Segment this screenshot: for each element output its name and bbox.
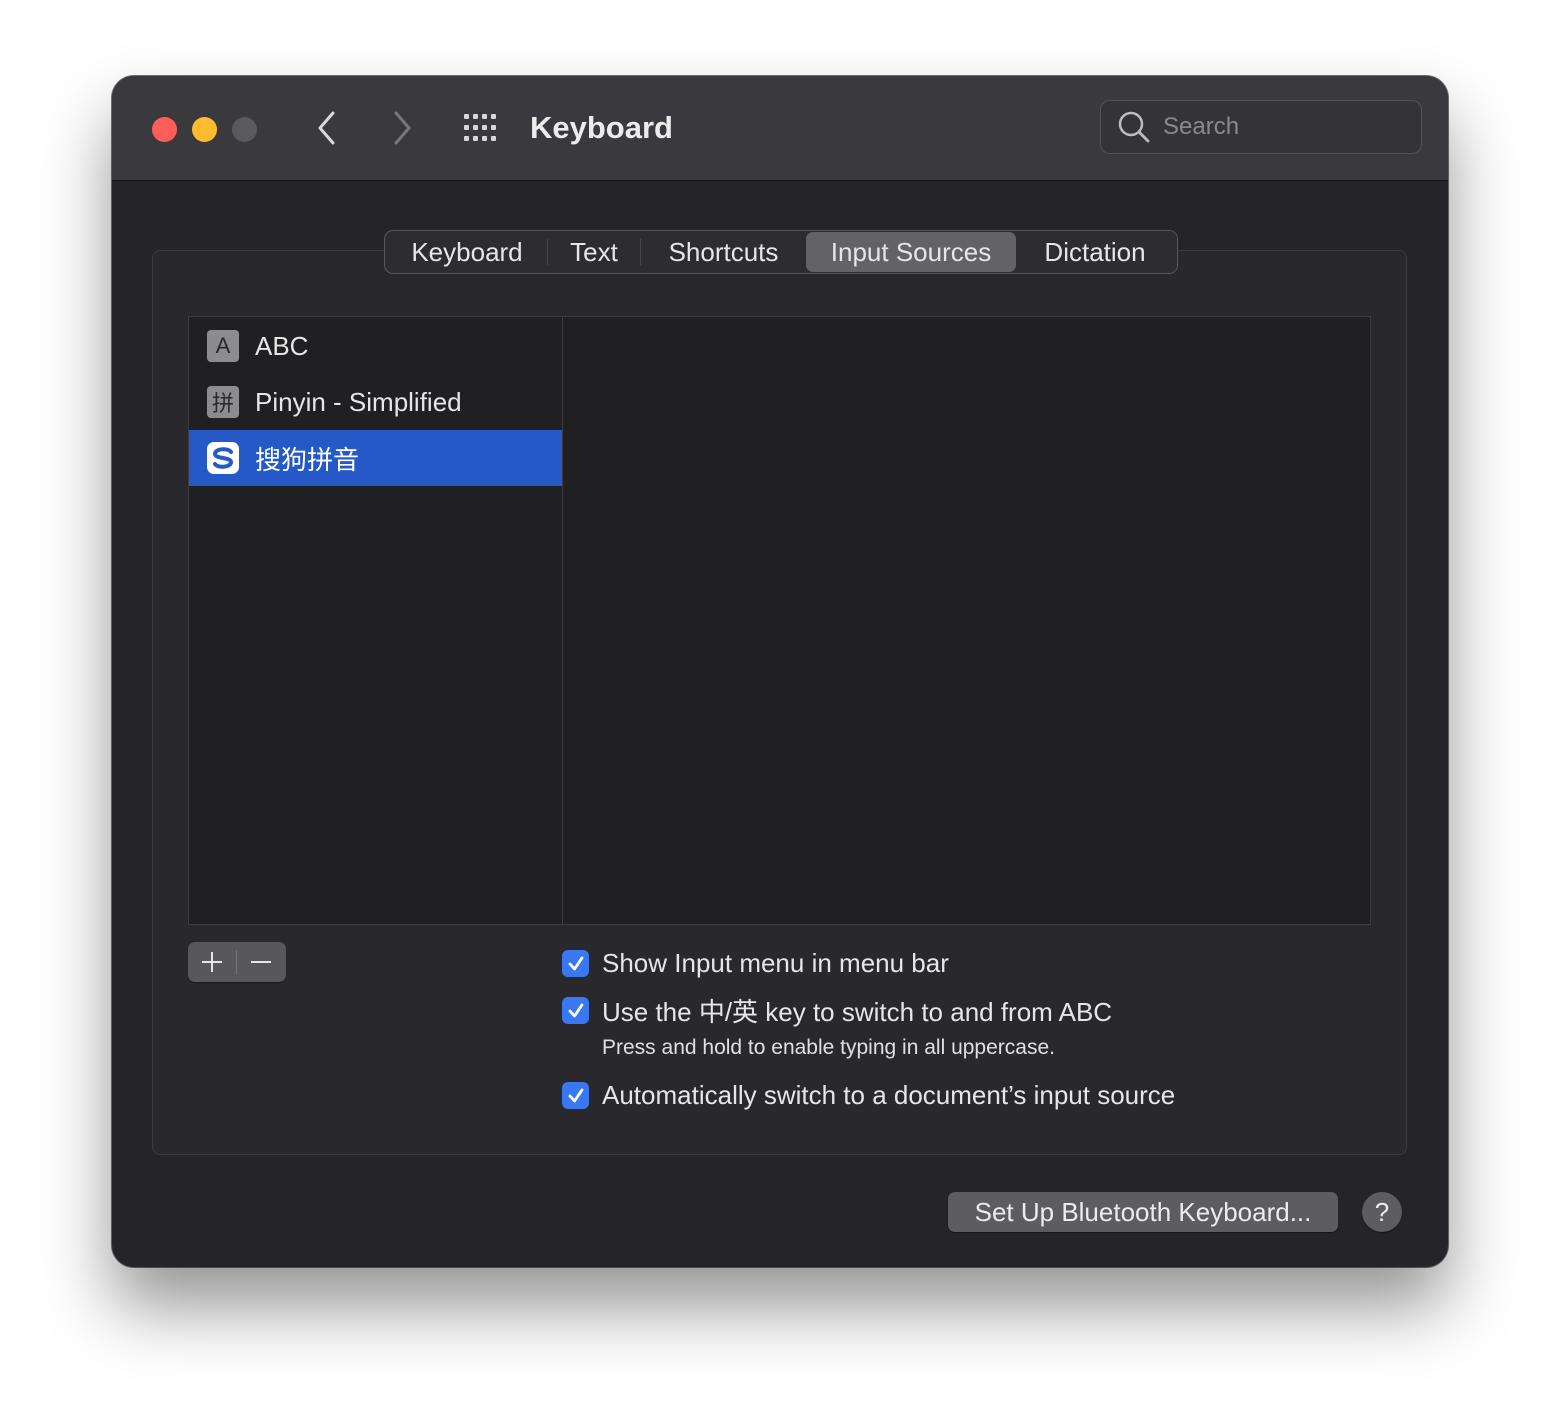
tab-input-sources[interactable]: Input Sources [806, 232, 1016, 272]
forward-button[interactable] [382, 106, 422, 150]
option-zh-en-key[interactable]: Use the 中/英 key to switch to and from AB… [562, 992, 1112, 1029]
minimize-button[interactable] [192, 117, 217, 142]
option-auto-switch[interactable]: Automatically switch to a document’s inp… [562, 1080, 1175, 1111]
tab-bar: Keyboard Text Shortcuts Input Sources Di… [384, 230, 1178, 274]
input-sources-area: A ABC 拼 Pinyin - Simplified 搜狗拼音 [188, 316, 1371, 925]
input-source-label: Pinyin - Simplified [255, 386, 462, 417]
chevron-right-icon [394, 111, 411, 145]
checkmark-icon [568, 1088, 583, 1102]
search-input[interactable] [1161, 112, 1405, 142]
option-label: Automatically switch to a document’s inp… [602, 1080, 1176, 1110]
zoom-button[interactable] [232, 117, 257, 142]
tab-dictation[interactable]: Dictation [1016, 232, 1174, 272]
show-all-grid-icon[interactable] [462, 112, 502, 144]
tab-shortcuts[interactable]: Shortcuts [641, 232, 806, 272]
checkbox-checked[interactable] [562, 950, 589, 977]
plus-icon [202, 952, 222, 972]
input-source-label: ABC [255, 330, 309, 361]
window-title: Keyboard [530, 110, 673, 145]
option-show-input-menu[interactable]: Show Input menu in menu bar [562, 948, 949, 979]
help-button[interactable]: ? [1362, 1192, 1402, 1232]
back-button[interactable] [307, 106, 347, 150]
input-source-abc[interactable]: A ABC [189, 318, 562, 374]
chevron-left-icon [318, 111, 335, 145]
checkmark-icon [568, 1003, 583, 1017]
preferences-window: Keyboard Keyboard Text Shortcuts Input S… [112, 76, 1448, 1267]
set-up-bluetooth-keyboard-button[interactable]: Set Up Bluetooth Keyboard... [948, 1192, 1338, 1232]
minus-icon [251, 961, 271, 963]
input-source-list[interactable]: A ABC 拼 Pinyin - Simplified 搜狗拼音 [189, 317, 563, 924]
option-note: Press and hold to enable typing in all u… [602, 1036, 1055, 1059]
checkmark-icon [568, 956, 583, 970]
abc-icon: A [207, 330, 239, 362]
input-source-label: 搜狗拼音 [255, 444, 360, 475]
input-source-pinyin[interactable]: 拼 Pinyin - Simplified [189, 374, 562, 430]
add-input-source-button[interactable] [188, 942, 236, 982]
tab-keyboard[interactable]: Keyboard [387, 232, 547, 272]
input-source-sogou[interactable]: 搜狗拼音 [189, 430, 562, 486]
pinyin-icon: 拼 [207, 386, 239, 418]
checkbox-checked[interactable] [562, 1082, 589, 1109]
remove-input-source-button[interactable] [237, 942, 285, 982]
checkbox-checked[interactable] [562, 997, 589, 1024]
sogou-icon [207, 442, 239, 474]
close-button[interactable] [152, 117, 177, 142]
tab-text[interactable]: Text [548, 232, 640, 272]
search-field[interactable] [1100, 100, 1422, 154]
title-bar: Keyboard [112, 76, 1448, 181]
option-label: Use the 中/英 key to switch to and from AB… [602, 997, 1113, 1027]
search-icon [1118, 111, 1150, 143]
add-remove-control [188, 942, 286, 982]
option-label: Show Input menu in menu bar [602, 948, 949, 978]
